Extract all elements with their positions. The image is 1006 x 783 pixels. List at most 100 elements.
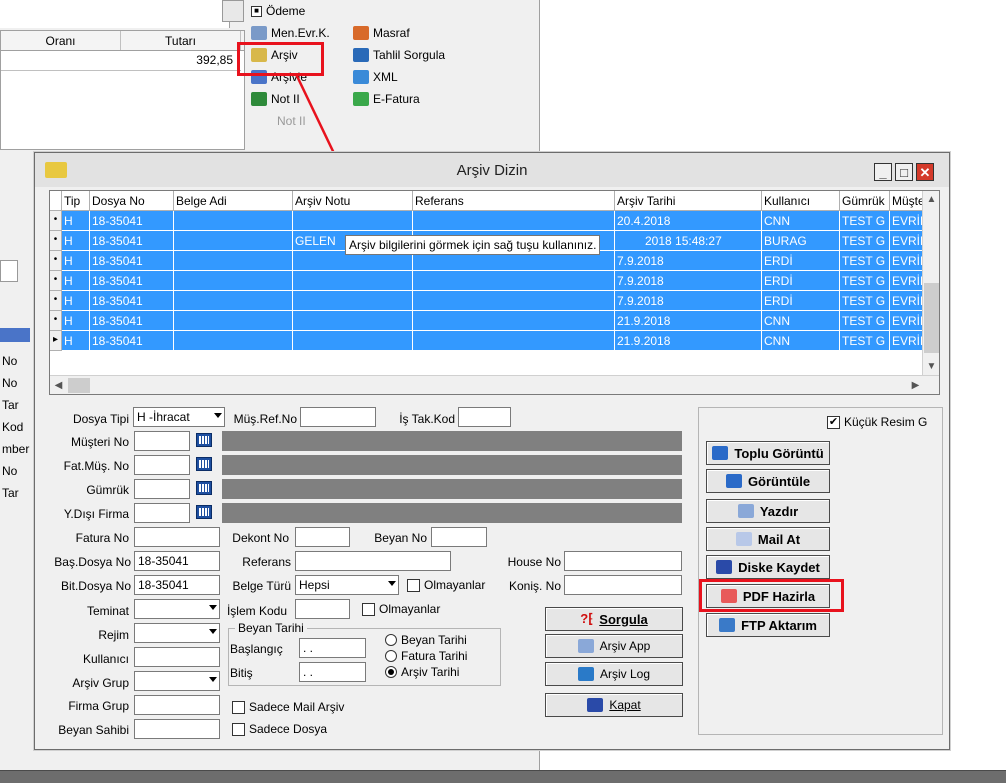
row-selector-icon[interactable]: • xyxy=(50,231,62,251)
cell-arsiv-notu xyxy=(293,271,413,291)
scroll-thumb[interactable] xyxy=(924,283,939,353)
musteri-no-input[interactable] xyxy=(134,431,190,451)
grid-row[interactable]: •H18-35041 20.4.2018CNNTEST GEVRİM xyxy=(50,211,924,231)
radio-fatura-tarihi[interactable]: Fatura Tarihi xyxy=(385,649,467,663)
log-icon xyxy=(577,667,594,681)
menu-tahlil-sorgula[interactable]: Tahlil Sorgula xyxy=(353,44,445,66)
musteri-picker-icon[interactable] xyxy=(196,433,212,447)
olmayanlar-checkbox-2[interactable]: Olmayanlar xyxy=(362,602,440,616)
sadece-dosya-checkbox[interactable]: Sadece Dosya xyxy=(232,722,327,736)
islem-kodu-input[interactable] xyxy=(295,599,350,619)
radio-arsiv-tarihi[interactable]: Arşiv Tarihi xyxy=(385,665,459,679)
gumruk-input[interactable] xyxy=(134,479,190,499)
sorgula-button[interactable]: ?⁅ Sorgula xyxy=(545,607,683,631)
cell-arsiv-notu xyxy=(293,211,413,231)
scroll-up-icon[interactable]: ▲ xyxy=(923,191,939,208)
col-header-dosya-no[interactable]: Dosya No xyxy=(90,191,174,211)
close-button[interactable]: ✕ xyxy=(916,163,934,181)
beyan-no-input[interactable] xyxy=(431,527,487,547)
col-header-belge-adi[interactable]: Belge Adi xyxy=(174,191,293,211)
grid-row[interactable]: •H18-35041 7.9.2018ERDİTEST GEVRİM xyxy=(50,291,924,311)
menu-e-fatura[interactable]: E-Fatura xyxy=(353,88,445,110)
cell-musteri: EVRİM xyxy=(890,331,924,351)
goruntule-button[interactable]: Görüntüle xyxy=(706,469,830,493)
hscroll-thumb[interactable] xyxy=(68,378,90,393)
grid-row[interactable]: •H18-35041 7.9.2018ERDİTEST GEVRİM xyxy=(50,271,924,291)
gumruk-picker-icon[interactable] xyxy=(196,481,212,495)
mus-ref-no-input[interactable] xyxy=(300,407,376,427)
archive-grid[interactable]: Tip Dosya No Belge Adi Arşiv Notu Refera… xyxy=(49,190,940,395)
bas-dosya-no-input[interactable]: 18-35041 xyxy=(134,551,220,571)
grid-horizontal-scrollbar[interactable]: ◀ ▶ xyxy=(50,375,939,394)
scroll-right-icon[interactable]: ▶ xyxy=(907,377,924,394)
row-selector-icon[interactable]: • xyxy=(50,251,62,271)
arsiv-log-button[interactable]: Arşiv Log xyxy=(545,662,683,686)
grid-row[interactable]: •H18-35041 21.9.2018CNNTEST GEVRİM xyxy=(50,311,924,331)
sadece-mail-arsiv-checkbox[interactable]: Sadece Mail Arşiv xyxy=(232,700,344,714)
kucuk-resim-checkbox[interactable]: ✔ Küçük Resim G xyxy=(827,415,927,429)
col-header-musteri[interactable]: Müşter xyxy=(890,191,924,211)
label-teminat: Teminat xyxy=(86,604,129,618)
col-header-referans[interactable]: Referans xyxy=(413,191,615,211)
row-selector-icon[interactable]: ▸ xyxy=(50,331,62,351)
house-no-input[interactable] xyxy=(564,551,682,571)
menu-xml[interactable]: XML xyxy=(353,66,445,88)
row-selector-icon[interactable]: • xyxy=(50,311,62,331)
row-selector-icon[interactable]: • xyxy=(50,271,62,291)
col-header-kullanici[interactable]: Kullanıcı xyxy=(762,191,840,211)
y-disi-firma-input[interactable] xyxy=(134,503,190,523)
menu-odeme[interactable]: ■ Ödeme xyxy=(251,0,305,22)
referans-input[interactable] xyxy=(295,551,451,571)
kullanici-input[interactable] xyxy=(134,647,220,667)
fat-mus-no-input[interactable] xyxy=(134,455,190,475)
bitis-date-input[interactable]: . . xyxy=(299,662,366,682)
baslangic-date-input[interactable]: . . xyxy=(299,638,366,658)
row-selector-icon[interactable]: • xyxy=(50,291,62,311)
toplu-goruntu-button[interactable]: Toplu Görüntü xyxy=(706,441,830,465)
menu-masraf[interactable]: Masraf xyxy=(353,22,445,44)
ftp-aktarim-button[interactable]: FTP Aktarım xyxy=(706,613,830,637)
grid-row[interactable]: ▸H18-35041 21.9.2018CNNTEST GEVRİM xyxy=(50,331,924,351)
dekont-no-input[interactable] xyxy=(295,527,350,547)
yazdir-button[interactable]: Yazdır xyxy=(706,499,830,523)
bg-top-area xyxy=(0,0,230,28)
radio-beyan-tarihi[interactable]: Beyan Tarihi xyxy=(385,633,467,647)
col-header-tip[interactable]: Tip xyxy=(62,191,90,211)
y-disi-firma-picker-icon[interactable] xyxy=(196,505,212,519)
title-bar: Arşiv Dizin _ □ ✕ xyxy=(35,153,949,187)
diske-kaydet-button[interactable]: Diske Kaydet xyxy=(706,555,830,579)
fat-mus-picker-icon[interactable] xyxy=(196,457,212,471)
kapat-button[interactable]: Kapat xyxy=(545,693,683,717)
cell-tip: H xyxy=(62,251,90,271)
col-header-gumruk[interactable]: Gümrük xyxy=(840,191,890,211)
menu-men-evr[interactable]: Men.Evr.K. xyxy=(251,22,330,44)
bit-dosya-no-input[interactable]: 18-35041 xyxy=(134,575,220,595)
mail-at-button[interactable]: Mail At xyxy=(706,527,830,551)
label-konis-no: Koniş. No xyxy=(508,579,561,593)
fat-mus-name-field xyxy=(222,455,682,475)
rejim-select[interactable] xyxy=(134,623,220,643)
maximize-button[interactable]: □ xyxy=(895,163,913,181)
firma-grup-input[interactable] xyxy=(134,695,220,715)
arsiv-app-button[interactable]: Arşiv App xyxy=(545,634,683,658)
teminat-select[interactable] xyxy=(134,599,220,619)
beyan-sahibi-input[interactable] xyxy=(134,719,220,739)
col-header-arsiv-notu[interactable]: Arşiv Notu xyxy=(293,191,413,211)
label-fatura-no: Fatura No xyxy=(75,531,129,545)
label-fat-mus-no: Fat.Müş. No xyxy=(63,459,129,473)
arsiv-grup-select[interactable] xyxy=(134,671,220,691)
col-header-arsiv-tarihi[interactable]: Arşiv Tarihi xyxy=(615,191,762,211)
belge-turu-select[interactable]: Hepsi xyxy=(295,575,399,595)
dosya-tipi-select[interactable]: H -İhracat xyxy=(133,407,225,427)
konis-no-input[interactable] xyxy=(564,575,682,595)
fatura-no-input[interactable] xyxy=(134,527,220,547)
minimize-button[interactable]: _ xyxy=(874,163,892,181)
scroll-down-icon[interactable]: ▼ xyxy=(923,358,939,375)
scroll-left-icon[interactable]: ◀ xyxy=(50,377,67,394)
grid-vertical-scrollbar[interactable]: ▲ ▼ xyxy=(922,191,939,375)
calculator-icon[interactable] xyxy=(222,0,244,22)
olmayanlar-checkbox-1[interactable]: Olmayanlar xyxy=(407,578,485,592)
grid-view-icon xyxy=(712,446,729,460)
is-tak-kod-input[interactable] xyxy=(458,407,511,427)
row-selector-icon[interactable]: • xyxy=(50,211,62,231)
